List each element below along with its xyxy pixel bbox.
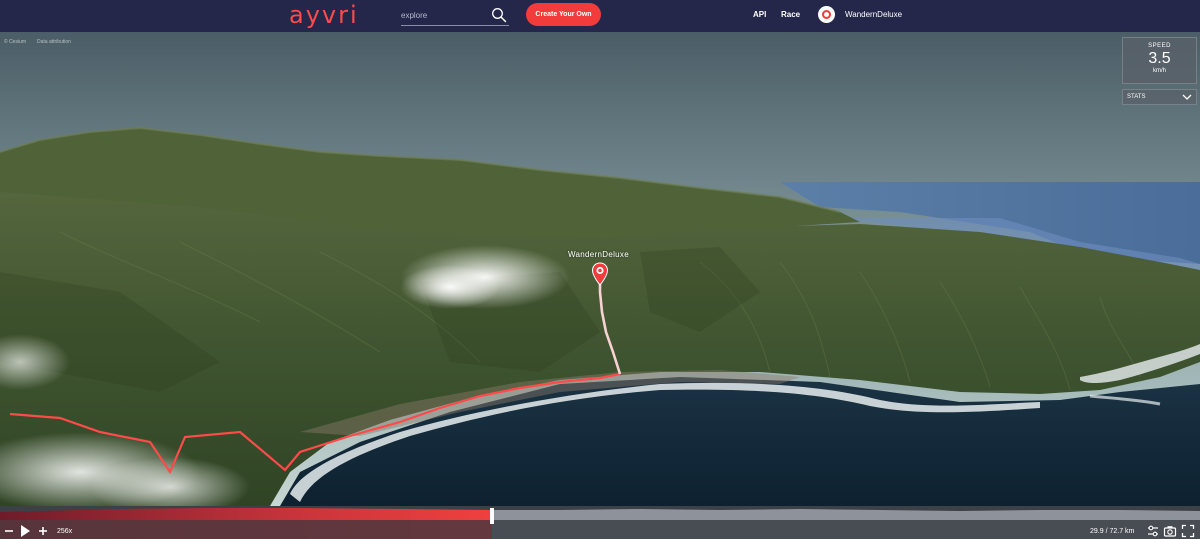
stats-label: STATS — [1127, 94, 1146, 100]
search-icon[interactable] — [491, 7, 507, 23]
progress-fill — [0, 520, 492, 539]
playback-bar: 256x 29.9 / 72.7 km — [0, 506, 1200, 539]
speed-label: SPEED — [1148, 43, 1171, 49]
plus-icon[interactable] — [36, 524, 50, 538]
create-your-own-button[interactable]: Create Your Own — [526, 3, 601, 26]
elevation-timeline[interactable] — [0, 506, 1200, 539]
stats-dropdown[interactable]: STATS — [1122, 89, 1197, 105]
map-3d-view[interactable]: © Cesium Data attribution WandernDeluxe … — [0, 32, 1200, 506]
speed-value: 3.5 — [1148, 50, 1171, 67]
distance-readout: 29.9 / 72.7 km — [1090, 528, 1135, 535]
search-box — [401, 6, 509, 26]
playback-speed[interactable]: 256x — [57, 527, 72, 536]
play-icon[interactable] — [18, 524, 32, 538]
location-pin-icon[interactable] — [591, 262, 609, 286]
minus-icon[interactable] — [2, 524, 16, 538]
top-navigation: ayvri Create Your Own API Race WandernDe… — [0, 0, 1200, 32]
camera-icon[interactable] — [1163, 524, 1177, 538]
data-attribution-link[interactable]: Data attribution — [37, 39, 71, 45]
api-link[interactable]: API — [753, 10, 766, 20]
chevron-down-icon — [1182, 94, 1192, 100]
race-link[interactable]: Race — [781, 10, 800, 20]
fullscreen-icon[interactable] — [1181, 524, 1195, 538]
pilot-name-label: WandernDeluxe — [568, 250, 629, 259]
search-input[interactable] — [401, 6, 487, 24]
speed-unit: km/h — [1152, 68, 1166, 74]
avatar[interactable] — [818, 6, 835, 23]
ayvri-logo[interactable]: ayvri — [289, 1, 359, 29]
timeline-scrubber-handle[interactable] — [490, 508, 494, 524]
map-attribution[interactable]: © Cesium — [4, 39, 26, 45]
settings-sliders-icon[interactable] — [1146, 524, 1160, 538]
speed-panel: SPEED 3.5 km/h — [1122, 37, 1197, 84]
username-link[interactable]: WandernDeluxe — [845, 10, 902, 20]
